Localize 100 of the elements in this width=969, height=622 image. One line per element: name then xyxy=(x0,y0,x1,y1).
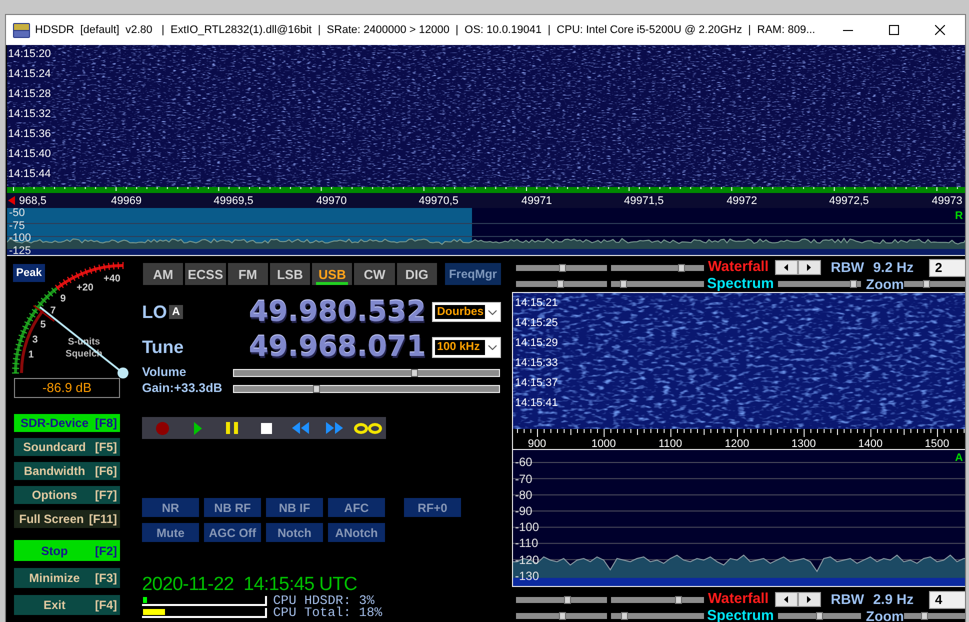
step-right-button[interactable] xyxy=(798,260,821,275)
function-key-button[interactable]: Stop [F2] xyxy=(14,540,120,561)
peak-button[interactable]: Peak xyxy=(13,264,45,282)
dsp-button[interactable]: NR xyxy=(142,498,199,517)
function-key-button[interactable]: Full Screen [F11] xyxy=(14,510,120,528)
frequency-display[interactable]: 49.968.071 xyxy=(248,334,426,360)
time-label: 14:15:37 xyxy=(515,377,558,390)
step-left-button[interactable] xyxy=(774,260,798,275)
slider-track[interactable] xyxy=(611,280,704,288)
close-icon xyxy=(935,25,945,35)
function-key-button[interactable]: Exit [F4] xyxy=(14,595,120,615)
slider-track[interactable] xyxy=(516,596,607,604)
slider-track[interactable] xyxy=(611,612,704,620)
time-label: 14:15:32 xyxy=(8,108,51,121)
step-dropdown[interactable]: 100 kHz xyxy=(432,336,501,358)
loop-icon[interactable] xyxy=(354,422,382,434)
signal-reading: -86.9 dB xyxy=(14,378,120,398)
axis-tick-label: -80 xyxy=(515,490,532,501)
dsp-button[interactable]: NB IF xyxy=(266,498,323,517)
freq-manager-button[interactable]: FreqMgr xyxy=(444,263,501,285)
dsp-button[interactable]: NB RF xyxy=(204,498,261,517)
frequency-display[interactable]: 49.980.532 xyxy=(248,299,426,325)
tune-label: Tune xyxy=(142,337,184,357)
speed-field[interactable]: 4 xyxy=(929,590,965,608)
slider-thumb[interactable] xyxy=(556,280,564,288)
rf-gain-button[interactable]: RF+0 xyxy=(404,498,461,517)
slider-thumb[interactable] xyxy=(411,368,418,376)
slider-track[interactable] xyxy=(516,264,607,272)
frequency-label: 49969,5 xyxy=(214,194,254,206)
slider-track[interactable] xyxy=(516,280,607,288)
slider-thumb[interactable] xyxy=(816,612,823,620)
mode-button[interactable]: USB xyxy=(312,263,352,285)
spectrum-indicator: R xyxy=(955,211,963,222)
dsp-button[interactable]: ANotch xyxy=(328,523,385,542)
maximize-icon xyxy=(889,25,899,35)
mode-button[interactable]: CW xyxy=(354,263,395,285)
spectrum-label: Spectrum xyxy=(707,276,774,292)
function-key-button[interactable]: Minimize [F3] xyxy=(14,568,120,588)
dsp-button[interactable]: Notch xyxy=(266,523,323,542)
scale-label: 9 xyxy=(60,294,66,304)
right-triangle-icon xyxy=(807,596,812,603)
squelch-marker[interactable] xyxy=(33,305,55,322)
slider-thumb[interactable] xyxy=(922,280,930,288)
axis-tick-label: 1000 xyxy=(591,439,616,450)
chevron-down-icon xyxy=(488,344,497,350)
preset-dropdown[interactable]: Dourbes xyxy=(432,302,501,322)
slider-thumb[interactable] xyxy=(850,280,857,288)
axis-tick-label: -70 xyxy=(515,474,532,485)
slider-track[interactable] xyxy=(778,612,861,620)
scale-label: 3 xyxy=(32,334,38,346)
function-key-button[interactable]: Bandwidth [F6] xyxy=(14,462,120,480)
slider-thumb[interactable] xyxy=(313,384,320,392)
slider-thumb[interactable] xyxy=(621,612,628,620)
slider-thumb[interactable] xyxy=(920,612,928,620)
pause-icon[interactable] xyxy=(226,422,238,434)
mode-button[interactable]: ECSS xyxy=(185,263,226,285)
slider-thumb[interactable] xyxy=(620,280,628,288)
zoom-label: Zoom xyxy=(866,276,904,292)
axis-tick-label: -90 xyxy=(515,506,532,518)
mode-button[interactable]: DIG xyxy=(396,263,437,285)
vfo-button[interactable]: A xyxy=(169,305,183,319)
slider-thumb[interactable] xyxy=(564,596,571,604)
rewind-icon[interactable] xyxy=(292,422,309,434)
function-key-button[interactable]: SDR-Device [F8] xyxy=(14,414,120,432)
slider-thumb[interactable] xyxy=(559,264,566,272)
time-label: 14:15:36 xyxy=(8,128,51,141)
dsp-button[interactable]: Mute xyxy=(142,523,199,542)
slider-thumb[interactable] xyxy=(674,596,682,604)
function-key-button[interactable]: Soundcard [F5] xyxy=(14,438,120,456)
dsp-button[interactable]: AGC Off xyxy=(204,523,261,542)
dsp-button[interactable]: AFC xyxy=(328,498,385,517)
slider-track[interactable] xyxy=(611,596,704,604)
function-key-button[interactable]: Options [F7] xyxy=(14,486,120,504)
frequency-label: 49973 xyxy=(932,194,962,206)
mode-button[interactable]: AM xyxy=(143,263,184,285)
frequency-label: 49971 xyxy=(521,194,552,206)
frequency-label: 49972 xyxy=(726,194,758,206)
marker-icon[interactable] xyxy=(8,196,15,205)
step-left-button[interactable] xyxy=(774,592,798,607)
stop-icon[interactable] xyxy=(261,422,272,434)
time-label: 14:15:25 xyxy=(515,317,558,330)
mode-button[interactable]: LSB xyxy=(270,263,310,285)
slider-track[interactable] xyxy=(778,280,861,288)
slider-thumb[interactable] xyxy=(559,612,566,620)
fast-forward-icon[interactable] xyxy=(326,422,343,434)
step-right-button[interactable] xyxy=(798,592,821,607)
frequency-label: 49969 xyxy=(111,194,142,206)
rbw-value: 9.2 Hz xyxy=(873,260,914,275)
play-icon[interactable] xyxy=(194,422,202,434)
mode-button[interactable]: FM xyxy=(228,263,268,285)
db-label: -75 xyxy=(9,220,25,232)
slider-track[interactable] xyxy=(904,612,965,620)
scale-label: +20 xyxy=(76,282,94,294)
slider-track[interactable] xyxy=(611,264,704,272)
cpu-usage-label: CPU Total: 18% xyxy=(273,607,382,619)
slider-thumb[interactable] xyxy=(678,264,685,272)
slider-track[interactable] xyxy=(904,280,965,288)
scale-label: 1 xyxy=(28,350,34,360)
slider-track[interactable] xyxy=(516,612,607,620)
speed-field[interactable]: 2 xyxy=(929,258,965,276)
